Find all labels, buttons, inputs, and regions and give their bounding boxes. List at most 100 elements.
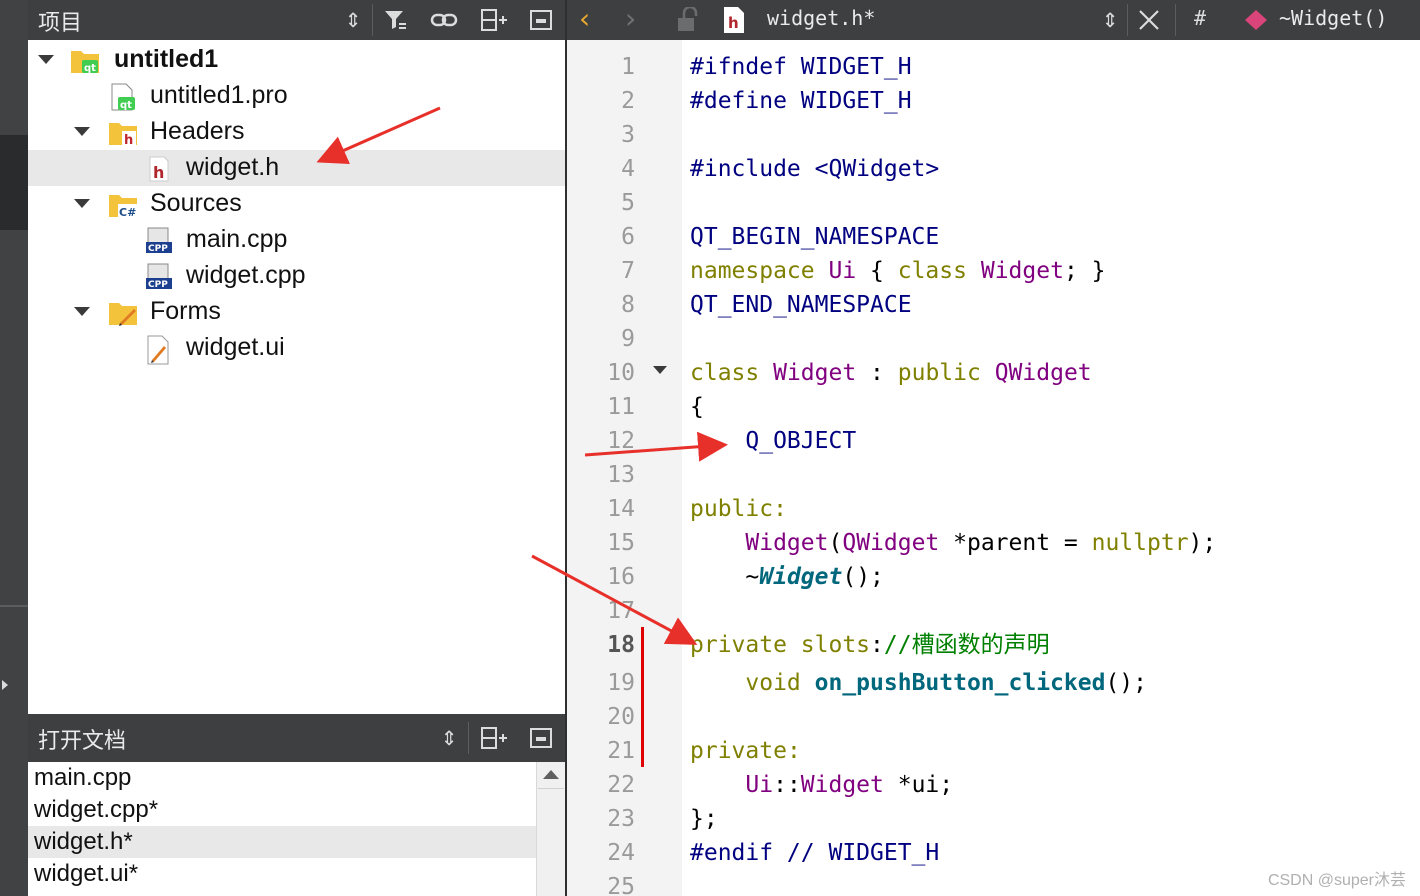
header-file-icon: h [722, 6, 746, 39]
tree-item-widget-h[interactable]: h widget.h [28, 150, 565, 186]
code-line: class Widget : public QWidget [690, 356, 1092, 390]
code-line: #include <QWidget> [690, 152, 939, 186]
line-number: 5 [621, 190, 635, 216]
toolbar-separator [1127, 4, 1128, 36]
line-number: 2 [621, 88, 635, 114]
tree-item-main-cpp[interactable]: CPP main.cpp [28, 222, 565, 258]
lock-icon[interactable] [675, 5, 699, 38]
line-number: 21 [607, 738, 635, 764]
mode-strip-divider [0, 605, 28, 607]
code-token: Q_OBJECT [690, 428, 857, 454]
current-file-combo[interactable]: widget.h* [767, 6, 875, 30]
code-token: private slots://槽函数的声明 [690, 632, 1050, 658]
line-number: 6 [621, 224, 635, 250]
line-number: 1 [621, 54, 635, 80]
cpp-file-icon: CPP [144, 227, 172, 254]
scroll-up-arrow-icon[interactable] [543, 770, 559, 779]
left-sidebar: 项目 ⇕ qt untitled1 qt untitled1.pro h Hea… [28, 0, 565, 896]
code-token: #include <QWidget> [690, 156, 940, 182]
line-number: 8 [621, 292, 635, 318]
tree-item-label: main.cpp [186, 225, 288, 253]
code-token: { [690, 394, 704, 420]
split-add-icon[interactable] [480, 726, 507, 750]
expand-arrow-icon[interactable] [38, 55, 54, 64]
headers-folder-icon: h [108, 119, 137, 148]
code-line: Widget(QWidget *parent = nullptr); [690, 526, 1216, 560]
code-token: QT_END_NAMESPACE [690, 292, 912, 318]
line-number: 19 [607, 670, 635, 696]
tree-item-untitled1[interactable]: qt untitled1 [28, 42, 565, 78]
tree-item-label: untitled1 [114, 45, 219, 73]
file-combo-updown-icon[interactable]: ⇕ [1097, 8, 1123, 32]
sort-updown-icon[interactable]: ⇕ [436, 726, 462, 750]
editor-toolbar: ‹ › h widget.h* ⇕ # ~Widget() [567, 0, 1420, 40]
line-number: 4 [621, 156, 635, 182]
code-editor[interactable]: #ifndef WIDGET_H #define WIDGET_H #inclu… [682, 40, 1420, 896]
header-file-icon: h [144, 155, 172, 182]
fold-arrow-icon[interactable] [653, 366, 667, 374]
close-file-icon[interactable] [1137, 8, 1161, 37]
code-line: QT_END_NAMESPACE [690, 288, 912, 322]
ui-file-icon [144, 335, 172, 365]
toolbar-separator [372, 4, 373, 36]
open-doc-item[interactable]: widget.cpp* [28, 794, 536, 826]
svg-text:C#: C# [119, 206, 136, 219]
svg-text:CPP: CPP [148, 244, 168, 254]
tree-item-sources[interactable]: C# Sources [28, 186, 565, 222]
close-pane-icon[interactable] [528, 726, 554, 750]
mode-strip-active-segment[interactable] [0, 135, 28, 230]
go-back-icon[interactable]: ‹ [579, 2, 590, 35]
cpp-file-icon: CPP [144, 263, 172, 290]
tree-item-widget-cpp[interactable]: CPP widget.cpp [28, 258, 565, 294]
close-pane-icon[interactable] [528, 8, 554, 32]
svg-text:h: h [728, 14, 739, 32]
code-token: #ifndef WIDGET_H [690, 54, 912, 80]
code-line: #define WIDGET_H [690, 84, 912, 118]
open-doc-item[interactable]: main.cpp [28, 762, 536, 794]
code-token: #endif // WIDGET_H [690, 840, 940, 866]
expand-arrow-icon[interactable] [2, 680, 8, 690]
forms-folder-icon [108, 299, 137, 326]
filter-icon[interactable] [382, 8, 408, 32]
line-number: 3 [621, 122, 635, 148]
code-token: private: [690, 738, 801, 764]
tree-item-headers[interactable]: h Headers [28, 114, 565, 150]
line-number: 15 [607, 530, 635, 556]
code-line: #endif // WIDGET_H [690, 836, 939, 870]
expand-arrow-icon[interactable] [74, 127, 90, 136]
line-number: 17 [607, 598, 635, 624]
watermark: CSDN @super沐芸 [1267, 872, 1406, 889]
line-number: 18 [607, 632, 635, 658]
go-forward-icon[interactable]: › [625, 2, 636, 35]
line-number: 12 [607, 428, 635, 454]
code-line: namespace Ui { class Widget; } [690, 254, 1105, 288]
tree-item-pro-file[interactable]: qt untitled1.pro [28, 78, 565, 114]
expand-arrow-icon[interactable] [74, 307, 90, 316]
split-add-icon[interactable] [480, 8, 507, 32]
code-token: public: [690, 496, 787, 522]
hash-label[interactable]: # [1194, 6, 1206, 30]
open-documents-scrollbar[interactable] [536, 762, 565, 896]
svg-text:CPP: CPP [148, 280, 168, 290]
code-token: void on_pushButton_clicked(); [745, 670, 1147, 696]
line-number: 9 [621, 326, 635, 352]
link-with-editor-icon[interactable] [430, 8, 458, 32]
code-token: namespace Ui { class Widget; } [690, 258, 1106, 284]
code-line: }; [690, 802, 718, 836]
open-doc-item[interactable]: widget.ui* [28, 858, 536, 890]
line-number: 20 [607, 704, 635, 730]
tree-item-label: untitled1.pro [150, 81, 288, 109]
line-number: 23 [607, 806, 635, 832]
mode-strip-top [0, 0, 28, 40]
line-number: 13 [607, 462, 635, 488]
projects-toolbar: 项目 ⇕ [28, 0, 565, 40]
tree-item-forms[interactable]: Forms [28, 294, 565, 330]
symbol-diamond-icon [1243, 8, 1269, 37]
projects-title: 项目 [38, 11, 83, 36]
tree-item-widget-ui[interactable]: widget.ui [28, 330, 565, 366]
symbol-combo[interactable]: ~Widget() [1279, 6, 1387, 30]
sort-updown-icon[interactable]: ⇕ [340, 8, 366, 32]
open-doc-item[interactable]: widget.h* [28, 826, 536, 858]
modified-lines-marker [641, 627, 644, 767]
expand-arrow-icon[interactable] [74, 199, 90, 208]
